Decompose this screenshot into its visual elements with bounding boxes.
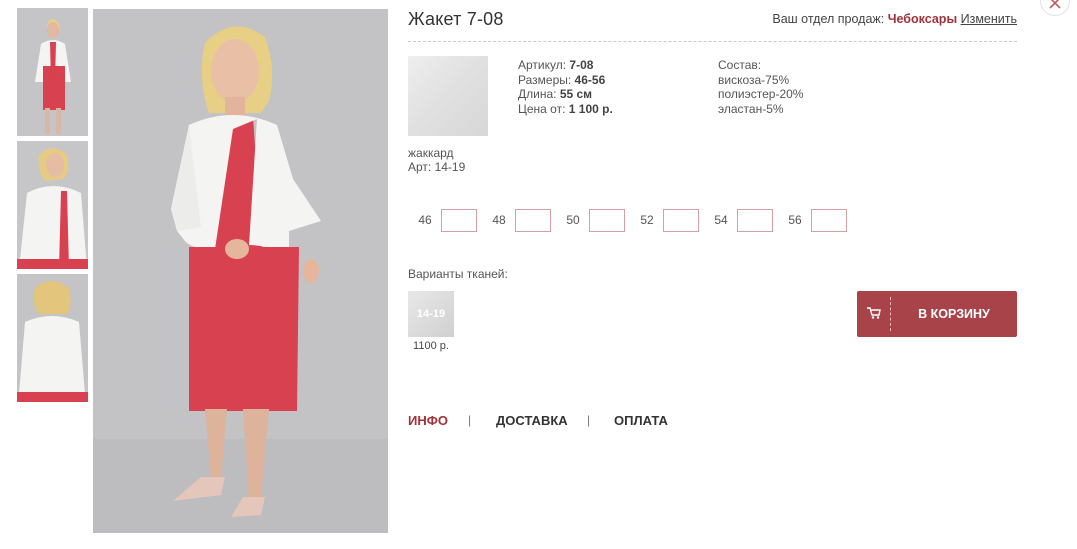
add-to-cart-label: В КОРЗИНУ bbox=[918, 307, 990, 321]
size-quantity-input-52[interactable] bbox=[663, 209, 699, 232]
tab-info[interactable]: ИНФО bbox=[408, 413, 448, 428]
tab-payment[interactable]: ОПЛАТА bbox=[614, 413, 668, 428]
close-icon bbox=[1049, 0, 1061, 9]
size-quantity-input-48[interactable] bbox=[515, 209, 551, 232]
thumbnail-back[interactable] bbox=[17, 274, 88, 402]
fabric-variants-label: Варианты тканей: bbox=[408, 267, 508, 281]
tab-separator: | bbox=[587, 413, 591, 427]
composition-title: Состав: bbox=[718, 58, 762, 72]
main-product-photo[interactable] bbox=[93, 9, 388, 533]
article-value: 7-08 bbox=[569, 58, 594, 72]
fabric-article: Арт: 14-19 bbox=[408, 160, 466, 174]
composition-item: вискоза-75% bbox=[718, 72, 790, 87]
size-label: 54 bbox=[714, 213, 728, 227]
product-specs: Артикул: 7-08 Размеры: 46-56 Длина: 55 с… bbox=[518, 58, 613, 116]
change-city-link[interactable]: Изменить bbox=[961, 12, 1017, 26]
sizes-label: Размеры: bbox=[518, 72, 572, 87]
size-quantity-input-46[interactable] bbox=[441, 209, 477, 232]
header-divider bbox=[408, 41, 1017, 42]
price-label: Цена от: bbox=[518, 101, 566, 116]
fabric-variant-swatch[interactable]: 14-19 bbox=[408, 291, 454, 337]
size-label: 48 bbox=[492, 213, 506, 227]
sales-department: Ваш отдел продаж: Чебоксары Изменить bbox=[772, 12, 1017, 26]
composition-item: полиэстер-20% bbox=[718, 87, 804, 101]
size-label: 56 bbox=[788, 213, 802, 227]
variant-code: 14-19 bbox=[416, 308, 446, 320]
sales-label: Ваш отдел продаж: bbox=[772, 12, 885, 26]
cart-icon bbox=[867, 307, 881, 319]
variant-price: 1100 р. bbox=[413, 340, 449, 352]
tab-delivery[interactable]: ДОСТАВКА bbox=[496, 413, 568, 428]
price-value: 1 100 р. bbox=[568, 101, 613, 116]
tab-separator: | bbox=[468, 413, 472, 427]
size-quantity-input-50[interactable] bbox=[589, 209, 625, 232]
size-label: 52 bbox=[640, 213, 654, 227]
size-quantity-input-54[interactable] bbox=[737, 209, 773, 232]
fabric-name: жаккард bbox=[408, 146, 454, 160]
length-label: Длина: bbox=[518, 87, 557, 101]
sales-city: Чебоксары bbox=[887, 12, 958, 26]
length-value: 55 см bbox=[559, 87, 593, 101]
thumbnail-front[interactable] bbox=[17, 8, 88, 136]
product-title: Жакет 7-08 bbox=[408, 9, 504, 29]
fabric-swatch bbox=[408, 56, 488, 136]
composition-item: эластан-5% bbox=[718, 101, 784, 116]
size-label: 46 bbox=[418, 213, 432, 227]
size-label: 50 bbox=[566, 213, 580, 227]
sizes-value: 46-56 bbox=[574, 72, 606, 87]
thumbnail-side[interactable] bbox=[17, 141, 88, 269]
close-button[interactable] bbox=[1040, 0, 1070, 16]
size-quantity-input-56[interactable] bbox=[811, 209, 847, 232]
article-label: Артикул: bbox=[518, 58, 567, 72]
add-to-cart-button[interactable]: В КОРЗИНУ bbox=[857, 291, 1017, 337]
composition: Состав: вискоза-75% полиэстер-20% эласта… bbox=[718, 58, 803, 116]
